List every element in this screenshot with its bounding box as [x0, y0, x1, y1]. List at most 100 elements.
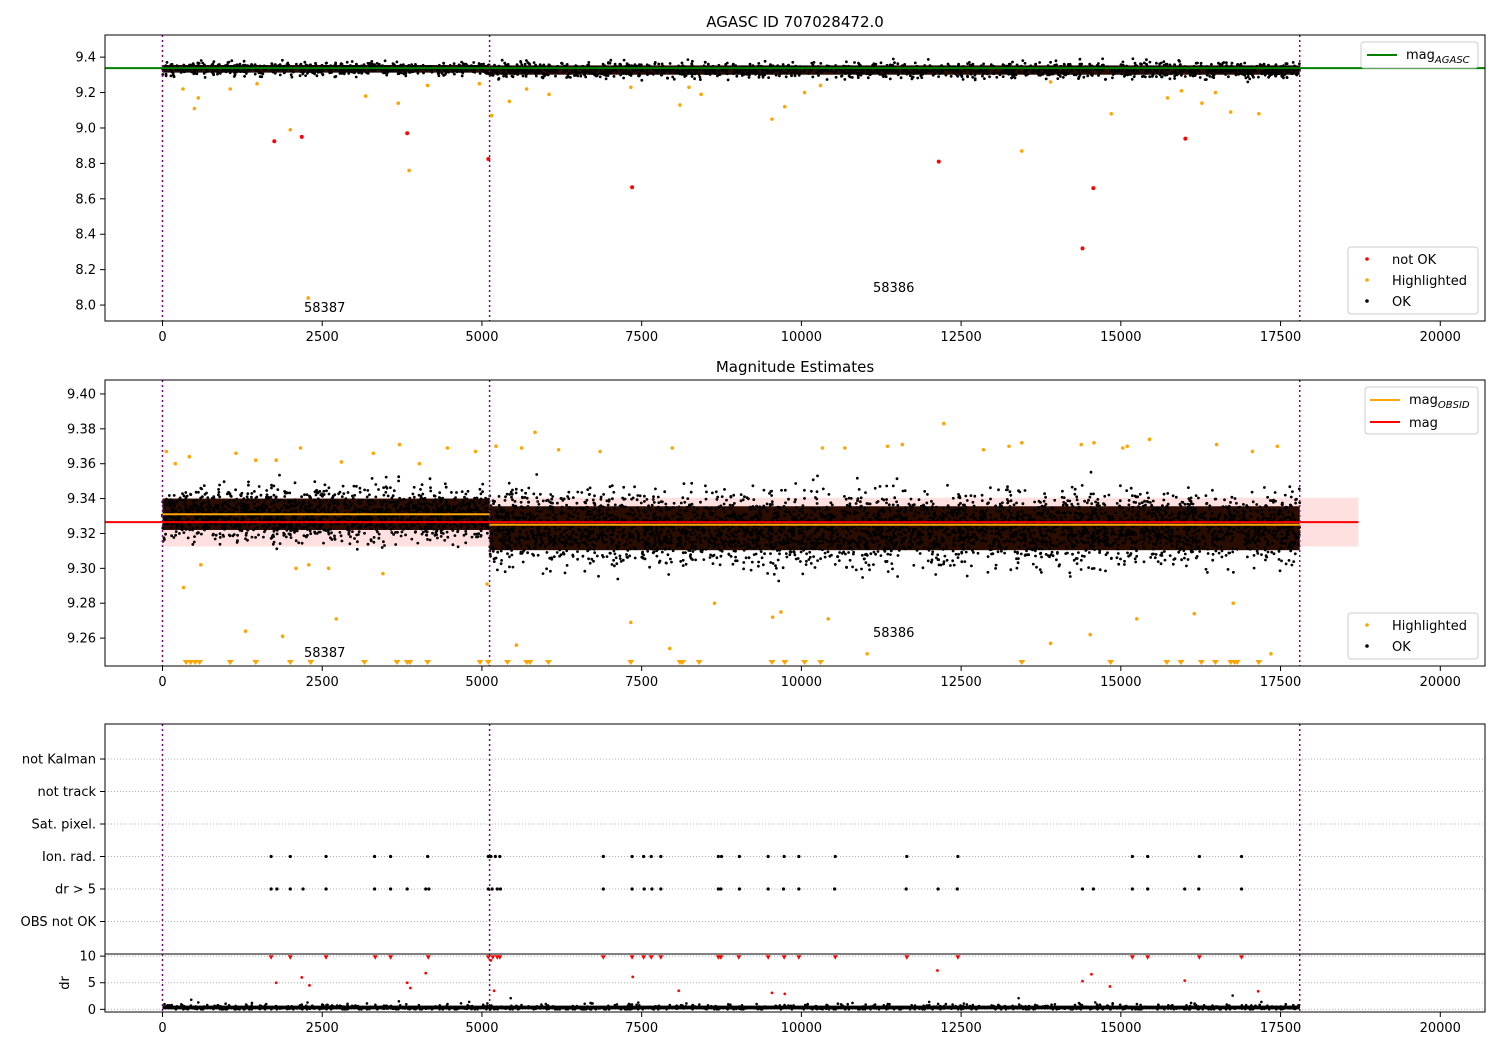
ok-point	[1082, 75, 1086, 79]
ok-point	[360, 507, 364, 511]
ok-point	[560, 61, 563, 65]
ok-point	[747, 76, 751, 79]
ok-point	[466, 527, 469, 530]
ok-point	[308, 529, 312, 533]
ok-point	[391, 494, 395, 498]
ok-point	[934, 535, 938, 539]
ok-point	[202, 501, 206, 504]
ok-point	[231, 534, 235, 538]
ok-point	[1173, 77, 1176, 80]
ok-point	[599, 72, 602, 75]
ok-point	[464, 529, 468, 533]
ok-point	[461, 71, 465, 75]
ok-point	[478, 72, 482, 75]
ok-point	[1001, 63, 1005, 67]
ok-point	[1183, 552, 1187, 556]
ok-point	[483, 507, 487, 511]
ok-point	[1174, 70, 1177, 74]
ok-point	[708, 73, 712, 76]
ok-point	[259, 493, 263, 497]
ok-point	[347, 72, 351, 75]
ok-point	[506, 552, 509, 556]
ok-point	[291, 528, 294, 532]
ok-point	[595, 554, 599, 558]
x-tick-label: 7500	[625, 330, 658, 345]
ok-point	[855, 72, 859, 75]
ok-point	[182, 494, 186, 498]
ok-point	[980, 68, 984, 72]
ok-point	[926, 58, 930, 61]
ok-point	[287, 63, 291, 67]
ok-point	[404, 533, 407, 537]
ok-point	[338, 490, 342, 494]
ok-point	[251, 498, 254, 502]
ok-point	[235, 497, 239, 501]
ok-point	[928, 542, 932, 546]
ok-point	[693, 69, 697, 72]
ok-point	[1050, 70, 1054, 73]
ok-point	[754, 72, 757, 76]
ok-point	[1023, 61, 1027, 65]
ok-point	[1206, 571, 1209, 574]
ok-point	[627, 493, 631, 496]
ok-point	[396, 510, 400, 514]
ok-point	[474, 524, 478, 527]
ok-point	[363, 531, 366, 535]
ok-point	[256, 509, 259, 513]
ok-point	[815, 71, 818, 75]
ok-point	[818, 70, 821, 73]
ok-point	[230, 506, 234, 510]
ok-point	[1246, 80, 1250, 84]
not-ok-point	[272, 139, 277, 144]
ok-point	[1038, 61, 1041, 64]
ok-point	[224, 70, 228, 74]
ok-point	[246, 497, 250, 501]
ok-point	[1252, 554, 1256, 557]
ok-point	[646, 73, 649, 76]
ok-point	[276, 517, 280, 521]
ok-point	[1159, 71, 1163, 74]
ok-point	[645, 63, 649, 67]
ok-point	[213, 537, 217, 541]
ok-point	[430, 503, 434, 507]
ok-point	[926, 493, 929, 496]
ok-point	[500, 58, 504, 62]
ok-point	[186, 517, 190, 521]
ok-point	[339, 62, 343, 65]
ok-point	[848, 72, 852, 76]
ok-point	[813, 566, 817, 569]
ok-point	[969, 69, 973, 73]
ok-point	[351, 497, 355, 500]
ok-point	[903, 69, 906, 73]
ok-point	[235, 63, 239, 67]
ok-point	[576, 74, 580, 78]
ok-point	[1102, 63, 1105, 67]
ok-point	[341, 69, 345, 72]
ok-point	[666, 553, 670, 557]
ok-point	[1151, 526, 1154, 530]
ok-point	[627, 70, 631, 74]
ok-point	[304, 63, 308, 67]
ok-point	[464, 492, 468, 496]
ok-point	[432, 515, 436, 519]
ok-point	[1008, 539, 1012, 543]
ok-point	[468, 501, 471, 505]
ok-point	[273, 518, 277, 521]
ok-point	[239, 493, 243, 497]
ok-point	[690, 72, 694, 76]
ok-point	[680, 61, 684, 65]
ok-point	[898, 514, 901, 517]
ok-point	[215, 514, 219, 518]
ok-point	[763, 59, 767, 63]
ok-point	[256, 526, 259, 529]
ok-point	[857, 61, 860, 65]
ok-point	[657, 62, 661, 66]
ok-point	[1227, 504, 1231, 508]
ok-point	[1014, 525, 1017, 529]
ok-point	[194, 517, 198, 521]
ok-point	[355, 547, 359, 551]
ok-point	[184, 528, 188, 531]
ok-point	[1178, 64, 1182, 67]
ok-point	[503, 72, 506, 75]
ok-point	[565, 549, 569, 553]
